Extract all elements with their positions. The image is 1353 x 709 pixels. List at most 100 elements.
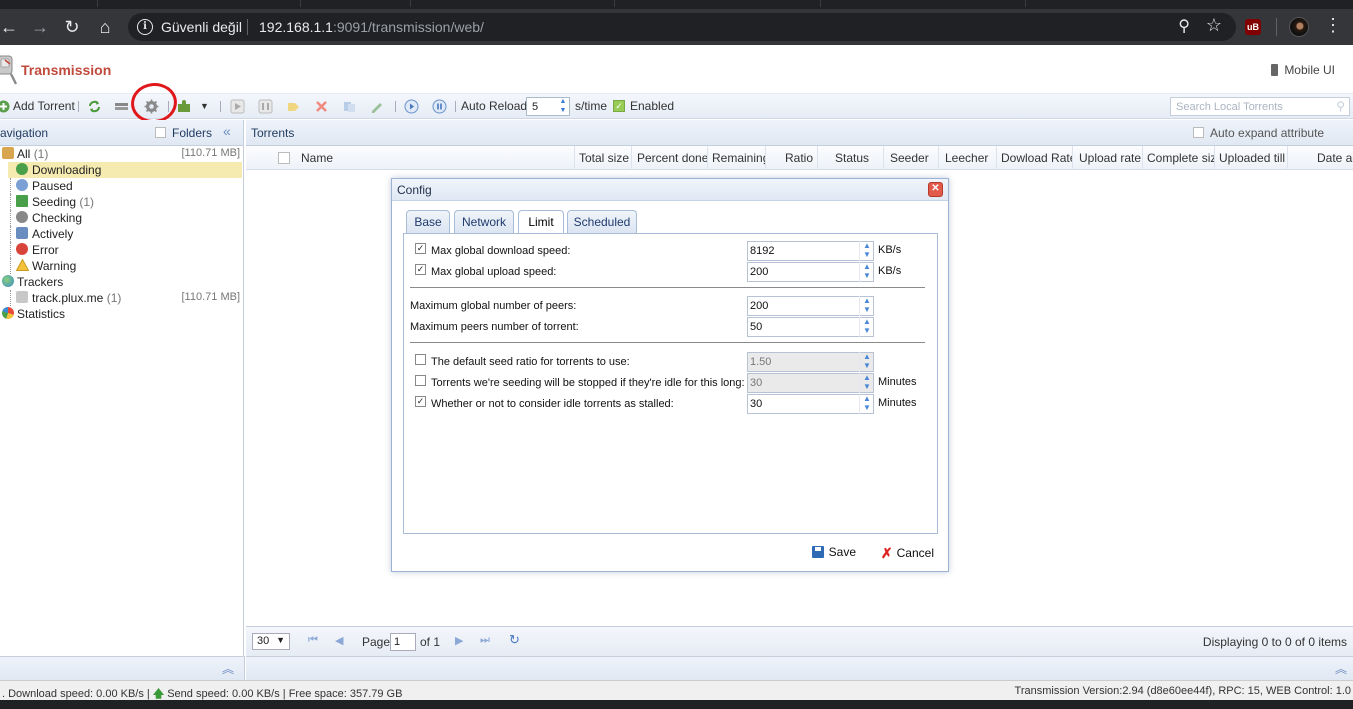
add-torrent-icon[interactable] bbox=[0, 99, 11, 114]
server-icon[interactable] bbox=[114, 99, 129, 114]
url-path: :9091/transmission/web/ bbox=[332, 19, 484, 35]
expand-up-icon[interactable]: ︽ bbox=[1335, 660, 1347, 677]
plugin-icon[interactable] bbox=[177, 99, 192, 114]
idle-stalled-checkbox[interactable]: ✓ bbox=[415, 396, 426, 407]
column-status[interactable]: Status bbox=[818, 146, 884, 170]
add-torrent-button[interactable]: Add Torrent bbox=[13, 99, 75, 113]
transmission-logo-icon bbox=[0, 55, 18, 85]
security-label[interactable]: Güvenli değil bbox=[161, 19, 242, 35]
address-bar[interactable]: i Güvenli değil 192.168.1.1:9091/transmi… bbox=[128, 13, 1236, 41]
folders-label: Folders bbox=[172, 126, 213, 140]
column-uploaded[interactable]: Uploaded till d bbox=[1215, 146, 1288, 170]
max-download-checkbox[interactable]: ✓ bbox=[415, 243, 426, 254]
seed-ratio-input[interactable]: 1.50 bbox=[747, 352, 874, 372]
expand-up-icon[interactable]: ︽ bbox=[222, 660, 234, 677]
save-button[interactable]: Save bbox=[811, 545, 856, 559]
nav-item-actively[interactable]: Actively bbox=[0, 226, 244, 242]
folders-checkbox[interactable] bbox=[155, 127, 166, 138]
nav-item-statistics[interactable]: Statistics bbox=[0, 306, 244, 322]
max-torrent-peers-stepper[interactable]: ▲ ▼ bbox=[859, 317, 874, 337]
idle-stalled-input[interactable]: 30 bbox=[747, 394, 874, 414]
nav-item-downloading[interactable]: Downloading bbox=[8, 162, 242, 178]
nav-item-seeding[interactable]: Seeding (1) bbox=[0, 194, 244, 210]
max-upload-checkbox[interactable]: ✓ bbox=[415, 264, 426, 275]
tab-network[interactable]: Network bbox=[454, 210, 514, 234]
column-name[interactable]: Name bbox=[297, 146, 575, 170]
back-icon[interactable]: ← bbox=[0, 15, 21, 39]
auto-expand-checkbox[interactable] bbox=[1193, 127, 1204, 138]
seed-ratio-stepper[interactable]: ▲ ▼ bbox=[859, 352, 874, 372]
enabled-checkbox[interactable]: ✓ bbox=[613, 100, 625, 112]
collapse-left-icon[interactable]: « bbox=[223, 123, 231, 139]
move-icon[interactable] bbox=[342, 99, 357, 114]
auto-reload-stepper[interactable]: ▲ ▼ bbox=[556, 97, 570, 116]
info-icon[interactable]: i bbox=[137, 19, 153, 35]
nav-item-checking[interactable]: Checking bbox=[0, 210, 244, 226]
max-torrent-peers-input[interactable]: 50 bbox=[747, 317, 874, 337]
idle-stalled-stepper[interactable]: ▲ ▼ bbox=[859, 394, 874, 414]
max-global-peers-stepper[interactable]: ▲ ▼ bbox=[859, 296, 874, 316]
page-size-select[interactable]: 30 ▼ bbox=[252, 633, 290, 650]
nav-item-tracker-host[interactable]: track.plux.me (1) [110.71 MB] bbox=[0, 290, 244, 306]
first-page-icon[interactable]: ⏮ bbox=[308, 634, 318, 647]
idle-stop-checkbox[interactable] bbox=[415, 375, 426, 386]
rename-icon[interactable] bbox=[370, 99, 385, 114]
bookmark-star-icon[interactable]: ☆ bbox=[1206, 15, 1222, 36]
tab-base[interactable]: Base bbox=[406, 210, 450, 234]
max-download-stepper[interactable]: ▲ ▼ bbox=[859, 241, 874, 261]
select-all-checkbox[interactable] bbox=[278, 152, 290, 164]
last-page-icon[interactable]: ⏭ bbox=[480, 634, 490, 647]
column-percent-done[interactable]: Percent done bbox=[633, 146, 708, 170]
nav-item-paused[interactable]: Paused bbox=[0, 178, 244, 194]
idle-stop-stepper[interactable]: ▲ ▼ bbox=[859, 373, 874, 393]
close-icon[interactable]: ✕ bbox=[928, 182, 943, 197]
url-text[interactable]: 192.168.1.1:9091/transmission/web/ bbox=[259, 19, 484, 35]
mobile-ui-link[interactable]: Mobile UI bbox=[1271, 63, 1335, 77]
menu-kebab-icon[interactable]: ⋮ bbox=[1324, 15, 1342, 36]
tab-scheduled[interactable]: Scheduled bbox=[567, 210, 637, 234]
nav-item-all[interactable]: All (1) [110.71 MB] bbox=[0, 146, 244, 162]
next-page-icon[interactable]: ▶ bbox=[455, 634, 463, 647]
refresh-icon[interactable] bbox=[87, 99, 102, 114]
search-input[interactable]: Search Local Torrents ⚲ bbox=[1170, 97, 1350, 116]
column-complete-size[interactable]: Complete size bbox=[1143, 146, 1215, 170]
remove-icon[interactable] bbox=[314, 99, 329, 114]
search-icon[interactable]: ⚲ bbox=[1336, 99, 1345, 113]
column-leecher[interactable]: Leecher bbox=[939, 146, 997, 170]
max-upload-stepper[interactable]: ▲ ▼ bbox=[859, 262, 874, 282]
profile-avatar[interactable] bbox=[1289, 17, 1309, 37]
pause-icon[interactable] bbox=[258, 99, 273, 114]
column-total-size[interactable]: Total size bbox=[575, 146, 632, 170]
start-all-icon[interactable] bbox=[404, 99, 419, 114]
plugin-dropdown-icon[interactable]: ▼ bbox=[200, 101, 209, 111]
ublock-extension-icon[interactable]: uB bbox=[1245, 19, 1261, 35]
column-download-rate[interactable]: Dowload Rate bbox=[997, 146, 1073, 170]
column-upload-rate[interactable]: Upload rate bbox=[1073, 146, 1143, 170]
max-download-input[interactable]: 8192 bbox=[747, 241, 874, 261]
max-global-peers-input[interactable]: 200 bbox=[747, 296, 874, 316]
pause-all-icon[interactable] bbox=[432, 99, 447, 114]
prev-page-icon[interactable]: ◀ bbox=[335, 634, 343, 647]
page-number-input[interactable]: 1 bbox=[390, 633, 416, 651]
tree-line bbox=[10, 210, 11, 226]
zoom-icon[interactable]: ⚲ bbox=[1178, 16, 1190, 36]
column-remaining[interactable]: Remaining bbox=[708, 146, 766, 170]
home-icon[interactable]: ⌂ bbox=[93, 15, 117, 39]
nav-item-error[interactable]: Error bbox=[0, 242, 244, 258]
start-icon[interactable] bbox=[230, 99, 245, 114]
nav-item-trackers[interactable]: Trackers bbox=[0, 274, 244, 290]
column-ratio[interactable]: Ratio bbox=[766, 146, 818, 170]
refresh-page-icon[interactable]: ↻ bbox=[509, 632, 520, 648]
idle-stop-input[interactable]: 30 bbox=[747, 373, 874, 393]
column-seeder[interactable]: Seeder bbox=[884, 146, 939, 170]
column-date-added[interactable]: Date ac bbox=[1288, 146, 1353, 170]
max-upload-input[interactable]: 200 bbox=[747, 262, 874, 282]
reload-icon[interactable]: ↻ bbox=[60, 15, 84, 39]
seed-ratio-checkbox[interactable] bbox=[415, 354, 426, 365]
recheck-icon[interactable] bbox=[286, 99, 301, 114]
forward-icon[interactable]: → bbox=[28, 15, 52, 39]
cancel-button[interactable]: ✗ Cancel bbox=[881, 545, 934, 562]
cancel-label: Cancel bbox=[896, 546, 934, 560]
tab-limit[interactable]: Limit bbox=[518, 210, 564, 235]
nav-item-warning[interactable]: Warning bbox=[0, 258, 244, 274]
